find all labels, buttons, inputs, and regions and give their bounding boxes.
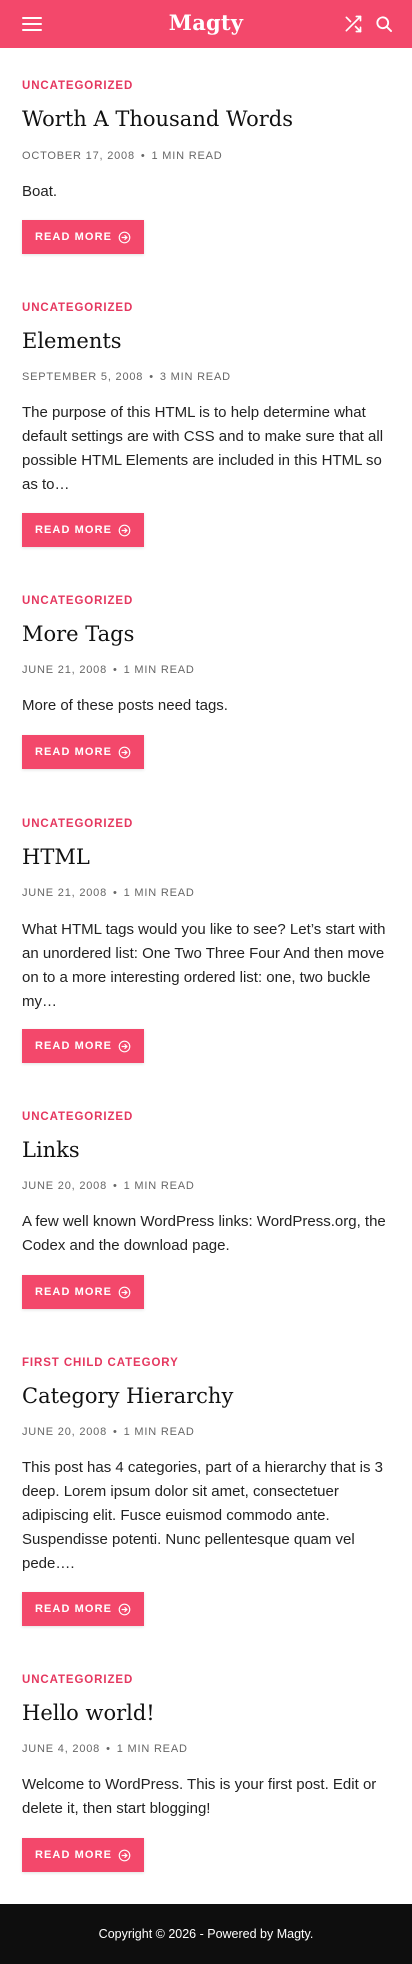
read-more-label: Read More	[34, 746, 113, 758]
post-category[interactable]: Uncategorized	[22, 1111, 133, 1123]
post-excerpt: A few well known WordPress links: WordPr…	[22, 1213, 386, 1254]
post-date: June 21, 2008	[22, 887, 107, 899]
read-more-label: Read More	[34, 1849, 113, 1861]
post-excerpt: Boat.	[22, 183, 58, 200]
read-more-button[interactable]: Read More	[22, 1592, 144, 1626]
post-category[interactable]: Uncategorized	[22, 595, 133, 607]
post-title[interactable]: Worth A Thousand Words	[22, 107, 390, 131]
read-more-label: Read More	[34, 1603, 113, 1615]
post-excerpt: More of these posts need tags.	[22, 697, 228, 714]
post-date: June 20, 2008	[22, 1426, 107, 1438]
post-meta: June 21, 2008 • 1 min read	[22, 887, 195, 899]
post-meta: October 17, 2008 • 1 min read	[22, 150, 223, 162]
post-title[interactable]: HTML	[22, 845, 390, 869]
arrow-circle-icon	[118, 1040, 131, 1052]
read-more-button[interactable]: Read More	[22, 220, 144, 254]
post-date: October 17, 2008	[22, 150, 135, 162]
post-title[interactable]: Category Hierarchy	[22, 1384, 390, 1408]
read-more-button[interactable]: Read More	[22, 735, 144, 769]
post-date: June 21, 2008	[22, 664, 107, 676]
footer-copyright: Copyright © 2026 - Powered by Magty.	[98, 1927, 314, 1941]
search-icon[interactable]	[374, 14, 394, 34]
read-more-label: Read More	[34, 1040, 113, 1052]
post-read-time: 1 min read	[123, 887, 195, 899]
post-category[interactable]: Uncategorized	[22, 1674, 133, 1686]
post-title[interactable]: More Tags	[22, 622, 390, 646]
post-date: June 20, 2008	[22, 1180, 107, 1192]
post-meta: September 5, 2008 • 3 min read	[22, 371, 231, 383]
post-title[interactable]: Hello world!	[22, 1701, 390, 1725]
arrow-circle-icon	[118, 1849, 131, 1861]
post-meta: June 20, 2008 • 1 min read	[22, 1180, 195, 1192]
post-category[interactable]: Uncategorized	[22, 818, 133, 830]
post-meta: June 4, 2008 • 1 min read	[22, 1743, 188, 1755]
post-excerpt: Welcome to WordPress. This is your first…	[22, 1776, 377, 1817]
post-read-time: 1 min read	[123, 1426, 195, 1438]
post-date: September 5, 2008	[22, 371, 144, 383]
post-read-time: 1 min read	[123, 1180, 195, 1192]
read-more-label: Read More	[34, 231, 113, 243]
shuffle-icon[interactable]	[343, 14, 363, 34]
arrow-circle-icon	[118, 1603, 131, 1615]
arrow-circle-icon	[118, 231, 131, 243]
site-footer: Copyright © 2026 - Powered by Magty.	[0, 1904, 412, 1964]
post-meta: June 20, 2008 • 1 min read	[22, 1426, 195, 1438]
post-excerpt: What HTML tags would you like to see? Le…	[22, 921, 386, 1010]
post-excerpt: The purpose of this HTML is to help dete…	[22, 404, 384, 493]
arrow-circle-icon	[118, 1286, 131, 1298]
post-category[interactable]: First Child Category	[22, 1357, 179, 1369]
post-date: June 4, 2008	[22, 1743, 101, 1755]
post-category[interactable]: Uncategorized	[22, 302, 133, 314]
site-header: Magty	[0, 0, 412, 48]
read-more-button[interactable]: Read More	[22, 1029, 144, 1063]
post-meta: June 21, 2008 • 1 min read	[22, 664, 195, 676]
read-more-button[interactable]: Read More	[22, 1838, 144, 1872]
post-read-time: 1 min read	[123, 664, 195, 676]
read-more-label: Read More	[34, 1286, 113, 1298]
arrow-circle-icon	[118, 524, 131, 536]
post-excerpt: This post has 4 categories, part of a hi…	[22, 1459, 384, 1572]
post-read-time: 3 min read	[159, 371, 231, 383]
read-more-button[interactable]: Read More	[22, 513, 144, 547]
arrow-circle-icon	[118, 746, 131, 758]
post-read-time: 1 min read	[151, 150, 223, 162]
post-read-time: 1 min read	[116, 1743, 188, 1755]
read-more-button[interactable]: Read More	[22, 1275, 144, 1309]
read-more-label: Read More	[34, 524, 113, 536]
post-title[interactable]: Elements	[22, 329, 390, 353]
post-category[interactable]: Uncategorized	[22, 80, 133, 92]
post-title[interactable]: Links	[22, 1138, 390, 1162]
